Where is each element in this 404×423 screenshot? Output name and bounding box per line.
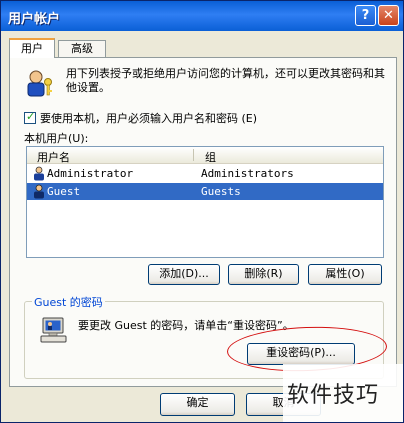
watermark-text: 软件技巧 (287, 383, 380, 408)
watermark: 软件技巧 (283, 364, 403, 422)
user-icon (34, 184, 44, 199)
properties-button[interactable]: 属性(O) (308, 264, 382, 285)
row-group: Guests (201, 185, 241, 198)
window-title: 用户帐户 (8, 12, 61, 27)
close-button[interactable]: ✕ (378, 5, 399, 26)
row-username: Administrator (47, 167, 134, 180)
user-accounts-dialog: 用户帐户 ? ✕ 用户 高级 用下列表授予或拒绝用户访问您的计算机，还可以更改其… (0, 0, 404, 423)
column-divider[interactable] (193, 149, 194, 161)
column-username[interactable]: 用户名 (37, 149, 70, 165)
row-username: Guest (47, 185, 81, 198)
list-header: 用户名 组 (27, 147, 383, 164)
password-instruction: 要更改 Guest 的密码，请单击“重设密码”。 (78, 319, 294, 332)
title-bar[interactable]: 用户帐户 ? ✕ (1, 1, 403, 31)
intro-text: 用下列表授予或拒绝用户访问您的计算机，还可以更改其密码和其他设置。 (66, 67, 385, 94)
require-password-label[interactable]: 要使用本机，用户必须输入用户名和密码 (E) (40, 110, 257, 126)
require-password-row[interactable]: 要使用本机，用户必须输入用户名和密码 (E) (24, 110, 257, 126)
tab-advanced[interactable]: 高级 (58, 40, 106, 57)
tab-users[interactable]: 用户 (9, 38, 55, 58)
table-row[interactable]: Guest Guests (27, 183, 383, 200)
ok-button[interactable]: 确定 (160, 393, 235, 416)
local-users-label: 本机用户(U): (24, 132, 89, 145)
password-groupbox-title: Guest 的密码 (32, 294, 105, 310)
row-group: Administrators (201, 167, 294, 180)
remove-user-button[interactable]: 删除(R) (228, 264, 299, 285)
column-group[interactable]: 组 (205, 149, 216, 165)
computer-icon (40, 317, 67, 343)
users-tab-panel: 用下列表授予或拒绝用户访问您的计算机，还可以更改其密码和其他设置。 要使用本机，… (9, 57, 397, 387)
table-row[interactable]: Administrator Administrators (27, 165, 383, 182)
users-listview[interactable]: 用户名 组 Administrator Administrators Guest (26, 146, 384, 258)
users-icon (27, 70, 52, 97)
help-button[interactable]: ? (355, 5, 376, 26)
user-icon (34, 166, 44, 181)
require-password-checkbox[interactable] (24, 110, 36, 124)
add-user-button[interactable]: 添加(D)... (148, 264, 220, 285)
